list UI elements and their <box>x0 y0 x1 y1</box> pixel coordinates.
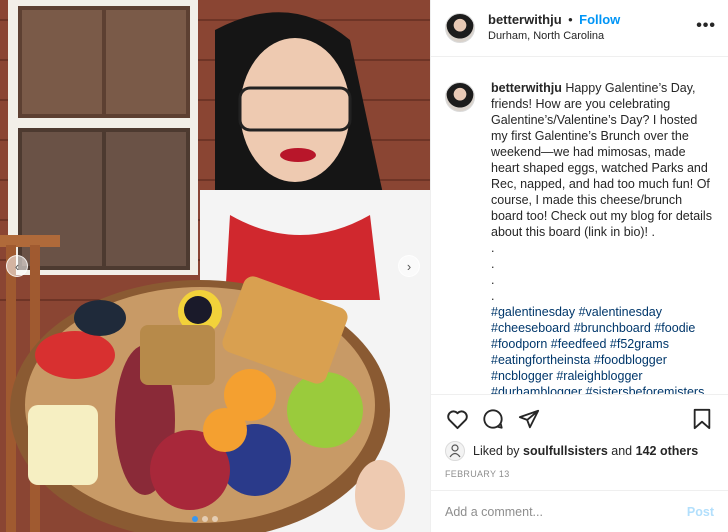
share-icon[interactable] <box>517 407 541 431</box>
bookmark-icon[interactable] <box>690 407 714 431</box>
caption: betterwithju Happy Galentine’s Day, frie… <box>491 80 714 394</box>
hashtag-link[interactable]: #foodie <box>654 321 695 335</box>
hashtag-link[interactable]: #ncblogger <box>491 369 553 383</box>
post-comment-button[interactable]: Post <box>687 505 714 519</box>
post-photo[interactable]: ‹ › <box>0 0 430 532</box>
comment-icon[interactable] <box>481 407 505 431</box>
carousel-indicator <box>192 516 218 522</box>
likes-count-link[interactable]: 142 others <box>636 444 699 458</box>
action-icons <box>445 405 714 433</box>
heart-icon[interactable] <box>445 407 469 431</box>
post-side-panel: betterwithju • Follow Durham, North Caro… <box>430 0 728 532</box>
hashtag-link[interactable]: #sistersbeforemisters <box>586 385 705 394</box>
more-options-icon[interactable]: ••• <box>696 17 716 35</box>
liked-by-user-link[interactable]: soulfullsisters <box>523 444 608 458</box>
location-link[interactable]: Durham, North Carolina <box>488 28 620 44</box>
header-text: betterwithju • Follow Durham, North Caro… <box>488 12 620 44</box>
hashtag-link[interactable]: #raleighblogger <box>556 369 642 383</box>
caption-area: betterwithju Happy Galentine’s Day, frie… <box>431 58 728 394</box>
hashtag-link[interactable]: #durhamblogger <box>491 385 582 394</box>
liker-avatar[interactable] <box>445 441 465 461</box>
avatar[interactable] <box>445 82 475 112</box>
hashtag-link[interactable]: #eatingfortheinsta <box>491 353 590 367</box>
carousel-dot <box>212 516 218 522</box>
carousel-dot <box>192 516 198 522</box>
carousel-dot <box>202 516 208 522</box>
photo-illustration <box>0 0 430 532</box>
separator: • <box>568 12 573 27</box>
carousel-prev-button[interactable]: ‹ <box>6 255 28 277</box>
post-actions: Liked by soulfullsisters and 142 others … <box>431 394 728 479</box>
post-header: betterwithju • Follow Durham, North Caro… <box>431 0 728 57</box>
hashtag-link[interactable]: #valentinesday <box>579 305 662 319</box>
post-date[interactable]: FEBRUARY 13 <box>445 469 714 479</box>
hashtag-link[interactable]: #feedfeed <box>551 337 607 351</box>
caption-text: Happy Galentine’s Day, friends! How are … <box>491 81 712 239</box>
comment-bar: Post <box>431 490 728 532</box>
chevron-left-icon: ‹ <box>14 258 20 274</box>
chevron-right-icon: › <box>406 258 412 274</box>
carousel-next-button[interactable]: › <box>398 255 420 277</box>
caption-dot: . <box>491 289 495 303</box>
avatar[interactable] <box>445 13 475 43</box>
hashtag-link[interactable]: #foodblogger <box>594 353 667 367</box>
likes-summary: Liked by soulfullsisters and 142 others <box>445 441 714 461</box>
hashtag-link[interactable]: #galentinesday <box>491 305 575 319</box>
caption-dot: . <box>491 241 495 255</box>
comment-input[interactable] <box>445 504 687 519</box>
caption-dot: . <box>491 257 495 271</box>
hashtag-link[interactable]: #foodporn <box>491 337 547 351</box>
liked-by-and: and <box>611 444 633 458</box>
hashtag-link[interactable]: #cheeseboard <box>491 321 570 335</box>
hashtag-list: #galentinesday #valentinesday #cheeseboa… <box>491 304 714 394</box>
follow-button[interactable]: Follow <box>579 12 620 27</box>
caption-username-link[interactable]: betterwithju <box>491 81 562 95</box>
hashtag-link[interactable]: #f52grams <box>610 337 669 351</box>
caption-dot: . <box>491 273 495 287</box>
hashtag-link[interactable]: #brunchboard <box>574 321 651 335</box>
liked-by-prefix: Liked by <box>473 444 520 458</box>
username-link[interactable]: betterwithju <box>488 12 562 27</box>
